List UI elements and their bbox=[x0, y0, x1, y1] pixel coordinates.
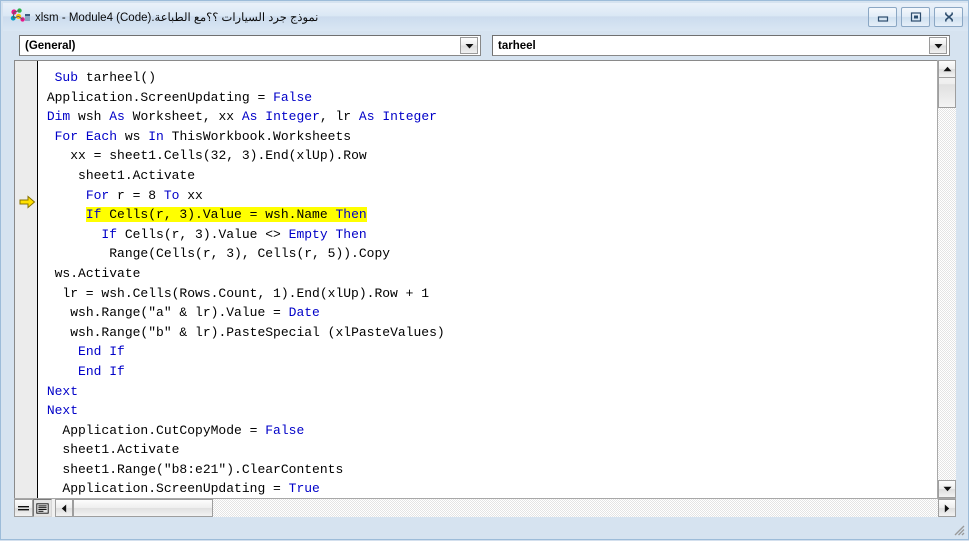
code-line[interactable]: Range(Cells(r, 3), Cells(r, 5)).Copy bbox=[39, 244, 939, 264]
code-pane-toolbar: (General) tarheel bbox=[19, 35, 951, 56]
code-line[interactable]: For Each ws In ThisWorkbook.Worksheets bbox=[39, 127, 939, 147]
close-button[interactable] bbox=[934, 7, 963, 27]
code-line-text: For Each ws In ThisWorkbook.Worksheets bbox=[54, 128, 352, 144]
code-line-text: sheet1.Activate bbox=[62, 442, 180, 458]
code-line[interactable]: Next bbox=[39, 382, 939, 402]
code-line[interactable]: ws.Activate bbox=[39, 264, 939, 284]
code-line-text: Application.ScreenUpdating = True bbox=[62, 481, 320, 497]
code-line[interactable]: xx = sheet1.Cells(32, 3).End(xlUp).Row bbox=[39, 146, 939, 166]
scroll-down-button[interactable] bbox=[938, 480, 956, 498]
restore-button[interactable] bbox=[901, 7, 930, 27]
window-title: نموذج جرد السيارات ؟؟مع الطباعة.xlsm - M… bbox=[35, 12, 319, 24]
code-line-text: sheet1.Range("b8:e21").ClearContents bbox=[62, 461, 344, 477]
code-line-text: For r = 8 To xx bbox=[85, 187, 203, 203]
code-line[interactable]: Sub tarheel() bbox=[39, 68, 939, 88]
minimize-button[interactable] bbox=[868, 7, 897, 27]
vertical-scrollbar-track[interactable] bbox=[938, 78, 956, 480]
highlighted-statement: If Cells(r, 3).Value = wsh.Name Then bbox=[85, 207, 367, 223]
chevron-down-icon[interactable] bbox=[929, 37, 947, 54]
code-line-text: lr = wsh.Cells(Rows.Count, 1).End(xlUp).… bbox=[62, 285, 430, 301]
code-line[interactable]: lr = wsh.Cells(Rows.Count, 1).End(xlUp).… bbox=[39, 284, 939, 304]
procedure-dropdown[interactable]: tarheel bbox=[492, 35, 950, 56]
horizontal-scrollbar-thumb[interactable] bbox=[73, 499, 213, 517]
code-line[interactable]: Application.ScreenUpdating = False bbox=[39, 88, 939, 108]
code-line[interactable]: sheet1.Activate bbox=[39, 440, 939, 460]
resize-grip[interactable] bbox=[951, 522, 965, 536]
code-line[interactable]: If Cells(r, 3).Value <> Empty Then bbox=[39, 225, 939, 245]
object-dropdown-value: (General) bbox=[25, 39, 76, 52]
code-line[interactable]: End If bbox=[39, 362, 939, 382]
code-line[interactable]: wsh.Range("a" & lr).Value = Date bbox=[39, 303, 939, 323]
code-line-text: ws.Activate bbox=[54, 265, 141, 281]
next-statement-arrow-icon bbox=[19, 195, 36, 209]
code-line-text: wsh.Range("b" & lr).PasteSpecial (xlPast… bbox=[70, 324, 445, 340]
horizontal-scrollbar[interactable] bbox=[55, 499, 956, 517]
code-line[interactable]: sheet1.Activate bbox=[39, 166, 939, 186]
margin-indicator-bar[interactable] bbox=[15, 61, 38, 515]
code-line[interactable]: Dim wsh As Worksheet, xx As Integer, lr … bbox=[39, 107, 939, 127]
code-line-text: wsh.Range("a" & lr).Value = Date bbox=[70, 305, 320, 321]
code-line-text: Dim wsh As Worksheet, xx As Integer, lr … bbox=[46, 109, 437, 125]
vba-module-icon bbox=[9, 7, 31, 27]
code-line[interactable]: End If bbox=[39, 342, 939, 362]
vba-code-window: نموذج جرد السيارات ؟؟مع الطباعة.xlsm - M… bbox=[0, 0, 969, 540]
code-line[interactable]: If Cells(r, 3).Value = wsh.Name Then bbox=[39, 205, 939, 225]
code-line-text: End If bbox=[78, 363, 125, 379]
code-text-area[interactable]: Sub tarheel() Application.ScreenUpdating… bbox=[39, 61, 939, 515]
procedure-dropdown-value: tarheel bbox=[498, 39, 536, 52]
code-line-text: Application.CutCopyMode = False bbox=[62, 422, 305, 438]
code-pane-bottom-bar bbox=[14, 498, 956, 517]
code-line[interactable]: Next bbox=[39, 401, 939, 421]
object-dropdown[interactable]: (General) bbox=[19, 35, 481, 56]
full-module-view-icon[interactable] bbox=[33, 499, 52, 517]
procedure-view-icon[interactable] bbox=[14, 499, 33, 517]
code-line[interactable]: Application.CutCopyMode = False bbox=[39, 421, 939, 441]
code-line-text: If Cells(r, 3).Value <> Empty Then bbox=[101, 226, 367, 242]
window-controls bbox=[868, 7, 963, 27]
code-line-text: sheet1.Activate bbox=[78, 167, 196, 183]
code-line-text: Application.ScreenUpdating = False bbox=[46, 89, 313, 105]
code-editor-pane[interactable]: Sub tarheel() Application.ScreenUpdating… bbox=[14, 60, 956, 515]
code-line-text: xx = sheet1.Cells(32, 3).End(xlUp).Row bbox=[70, 148, 367, 164]
code-line-text: End If bbox=[78, 344, 125, 360]
code-line[interactable]: For r = 8 To xx bbox=[39, 186, 939, 206]
code-line-text: Range(Cells(r, 3), Cells(r, 5)).Copy bbox=[109, 246, 391, 262]
code-line-text: Next bbox=[46, 403, 79, 419]
code-line[interactable]: sheet1.Range("b8:e21").ClearContents bbox=[39, 460, 939, 480]
scroll-left-button[interactable] bbox=[55, 499, 73, 517]
scroll-right-button[interactable] bbox=[938, 499, 956, 517]
code-line-text: Next bbox=[46, 383, 79, 399]
chevron-down-icon[interactable] bbox=[460, 37, 478, 54]
code-line-text: Sub tarheel() bbox=[54, 70, 157, 85]
vertical-scrollbar[interactable] bbox=[937, 60, 956, 498]
code-line[interactable]: wsh.Range("b" & lr).PasteSpecial (xlPast… bbox=[39, 323, 939, 343]
scroll-up-button[interactable] bbox=[938, 60, 956, 78]
title-bar[interactable]: نموذج جرد السيارات ؟؟مع الطباعة.xlsm - M… bbox=[3, 3, 968, 31]
code-line[interactable]: Application.ScreenUpdating = True bbox=[39, 479, 939, 499]
